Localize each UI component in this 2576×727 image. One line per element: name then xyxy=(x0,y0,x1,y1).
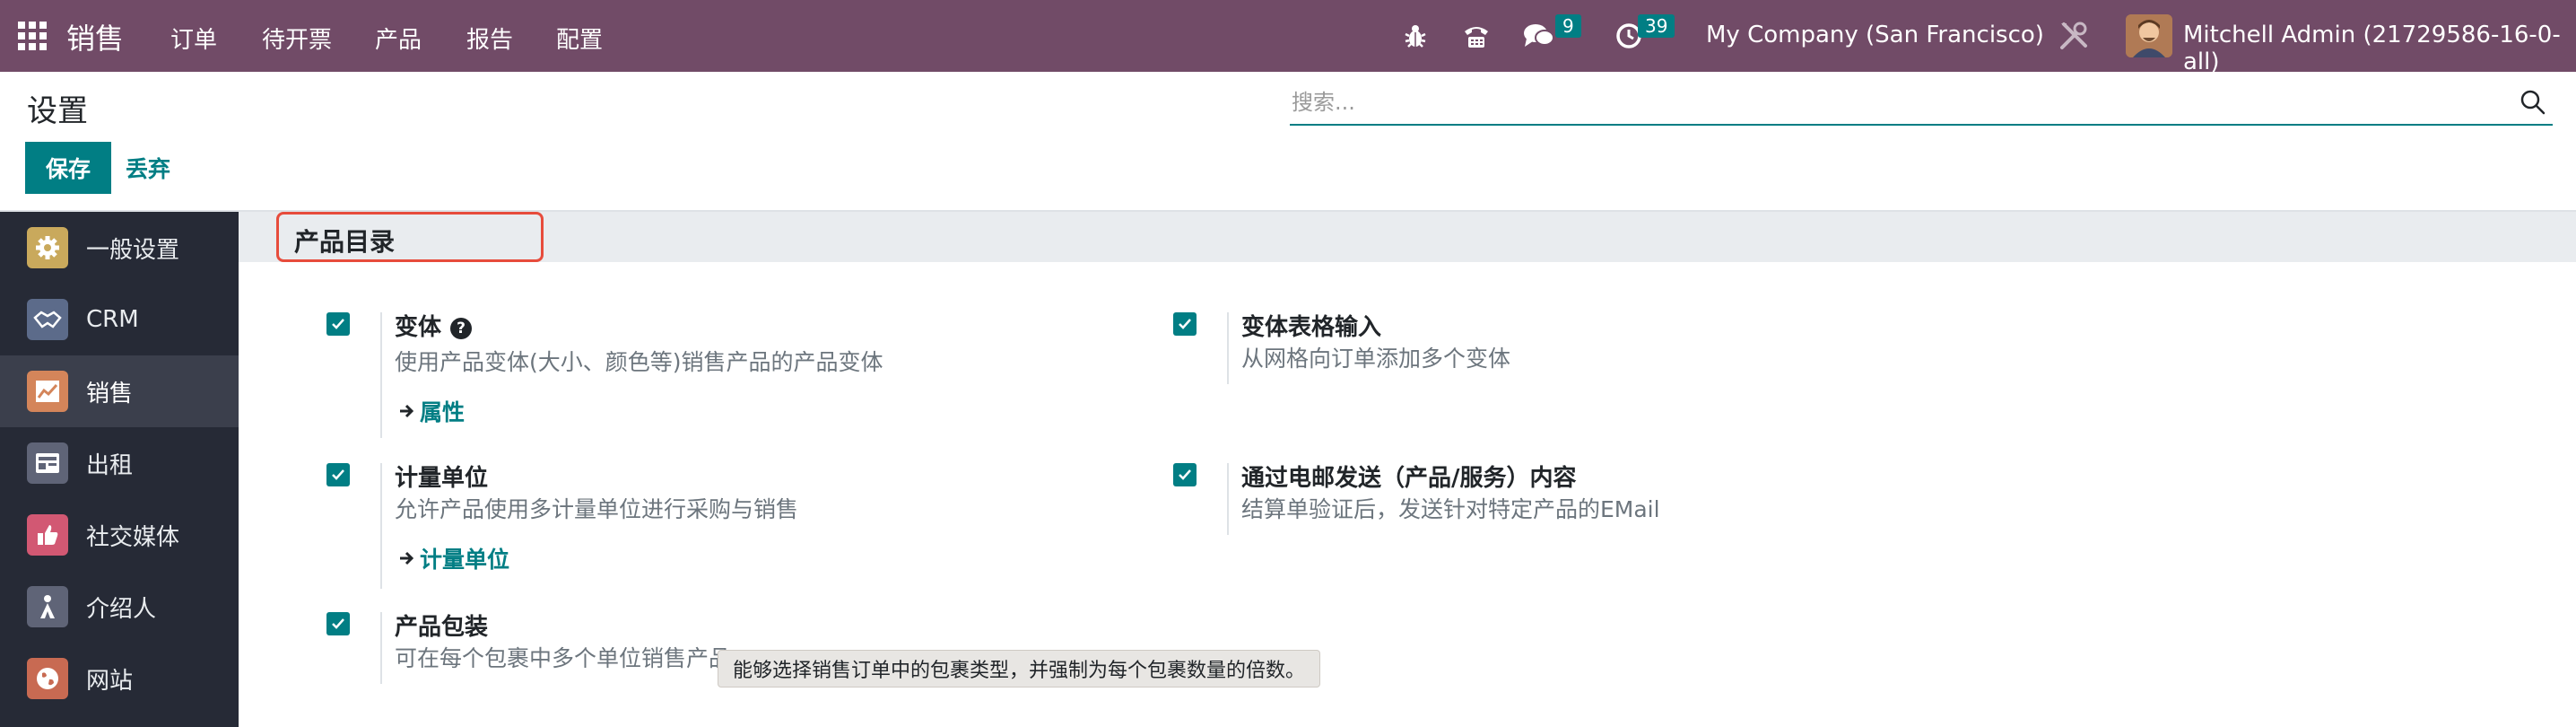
discard-button[interactable]: 丢弃 xyxy=(126,142,170,194)
page-title: 设置 xyxy=(27,93,88,129)
search-input[interactable] xyxy=(1290,83,2492,122)
section-header: 产品目录 xyxy=(239,212,2576,262)
menu-item-reporting[interactable]: 报告 xyxy=(466,22,513,55)
arrow-right-icon xyxy=(398,399,414,425)
chart-icon xyxy=(27,371,68,412)
uom-link[interactable]: 计量单位 xyxy=(398,542,509,574)
sidebar-item-label: 介绍人 xyxy=(86,595,157,623)
setting-description: 允许产品使用多计量单位进行采购与销售 xyxy=(395,496,799,522)
setting-description: 可在每个包裹中多个单位销售产品 xyxy=(395,645,732,671)
rental-icon xyxy=(27,442,68,484)
app-brand[interactable]: 销售 xyxy=(66,16,124,57)
packaging-checkbox[interactable] xyxy=(326,612,350,635)
variant-grid-checkbox[interactable] xyxy=(1173,312,1197,336)
sidebar-item-sales[interactable]: 销售 xyxy=(0,355,239,427)
sidebar-item-label: 出租 xyxy=(86,451,134,479)
arrow-right-icon xyxy=(398,546,414,572)
user-menu[interactable]: Mitchell Admin (21729586-16-0-all) xyxy=(2183,22,2576,75)
highlight-annotation xyxy=(276,212,544,262)
settings-content: 产品目录 变体? 使用产品变体(大小、颜色等)销售产品的产品变体 属性 变体表格… xyxy=(239,212,2576,727)
messages-icon[interactable] xyxy=(1521,18,1557,54)
user-avatar[interactable] xyxy=(2126,14,2172,57)
setting-title: 变体? xyxy=(395,309,473,342)
top-navbar: 销售 订单 待开票 产品 报告 配置 9 39 My Company (San … xyxy=(0,0,2576,75)
sidebar-item-rental[interactable]: 出租 xyxy=(0,427,239,499)
settings-search xyxy=(1290,83,2553,126)
setting-divider xyxy=(1227,312,1229,384)
packaging-tooltip: 能够选择销售订单中的包裹类型，并强制为每个包裹数量的倍数。 xyxy=(718,650,1321,688)
apps-menu-icon[interactable] xyxy=(18,22,47,50)
menu-item-to-invoice[interactable]: 待开票 xyxy=(262,22,332,55)
sidebar-item-label: 销售 xyxy=(86,380,134,407)
uom-link-label: 计量单位 xyxy=(420,547,510,573)
menu-item-configuration[interactable]: 配置 xyxy=(556,22,603,55)
globe-icon xyxy=(27,658,68,699)
sidebar-item-label: CRM xyxy=(86,306,139,333)
setting-divider xyxy=(1227,463,1229,535)
phone-icon[interactable] xyxy=(1458,18,1494,54)
debug-bug-icon[interactable] xyxy=(1399,18,1432,54)
handshake-icon xyxy=(27,299,68,340)
save-button[interactable]: 保存 xyxy=(25,142,111,194)
setting-title: 通过电邮发送（产品/服务）内容 xyxy=(1241,465,1577,492)
attributes-link[interactable]: 属性 xyxy=(398,395,465,427)
help-icon[interactable]: ? xyxy=(450,318,473,339)
sidebar-item-label: 一般设置 xyxy=(86,236,180,264)
sidebar-item-general-settings[interactable]: 一般设置 xyxy=(0,212,239,284)
menu-item-products[interactable]: 产品 xyxy=(375,22,422,55)
settings-sidebar: 一般设置 CRM 销售 出租 社交媒体 介绍人 网站 xyxy=(0,212,239,727)
setting-title: 产品包装 xyxy=(395,614,489,641)
search-icon[interactable] xyxy=(2519,88,2549,118)
setting-divider xyxy=(380,463,382,589)
variants-checkbox[interactable] xyxy=(326,312,350,336)
control-panel: 设置 保存 丢弃 xyxy=(0,72,2576,212)
email-content-checkbox[interactable] xyxy=(1173,463,1197,486)
attributes-link-label: 属性 xyxy=(420,399,466,425)
company-switcher[interactable]: My Company (San Francisco) xyxy=(1706,22,2044,48)
variants-title: 变体 xyxy=(395,314,442,341)
gear-icon xyxy=(27,227,68,268)
sidebar-item-label: 网站 xyxy=(86,667,134,695)
tools-icon[interactable] xyxy=(2056,18,2092,54)
setting-description: 使用产品变体(大小、颜色等)销售产品的产品变体 xyxy=(395,349,883,375)
uom-checkbox[interactable] xyxy=(326,463,350,486)
setting-divider xyxy=(380,312,382,438)
setting-divider xyxy=(380,612,382,684)
setting-title: 计量单位 xyxy=(395,465,489,492)
sidebar-item-crm[interactable]: CRM xyxy=(0,284,239,355)
setting-title: 变体表格输入 xyxy=(1241,314,1382,341)
sidebar-item-social-media[interactable]: 社交媒体 xyxy=(0,499,239,571)
sidebar-item-label: 社交媒体 xyxy=(86,523,180,551)
activities-count-badge: 39 xyxy=(1638,14,1675,38)
referral-icon xyxy=(27,586,68,627)
menu-item-orders[interactable]: 订单 xyxy=(170,22,217,55)
thumbs-up-icon xyxy=(27,514,68,556)
messages-count-badge: 9 xyxy=(1555,14,1581,38)
sidebar-item-website[interactable]: 网站 xyxy=(0,643,239,714)
setting-description: 从网格向订单添加多个变体 xyxy=(1241,346,1511,372)
sidebar-item-referral[interactable]: 介绍人 xyxy=(0,571,239,643)
setting-description: 结算单验证后，发送针对特定产品的EMail xyxy=(1241,496,1660,522)
